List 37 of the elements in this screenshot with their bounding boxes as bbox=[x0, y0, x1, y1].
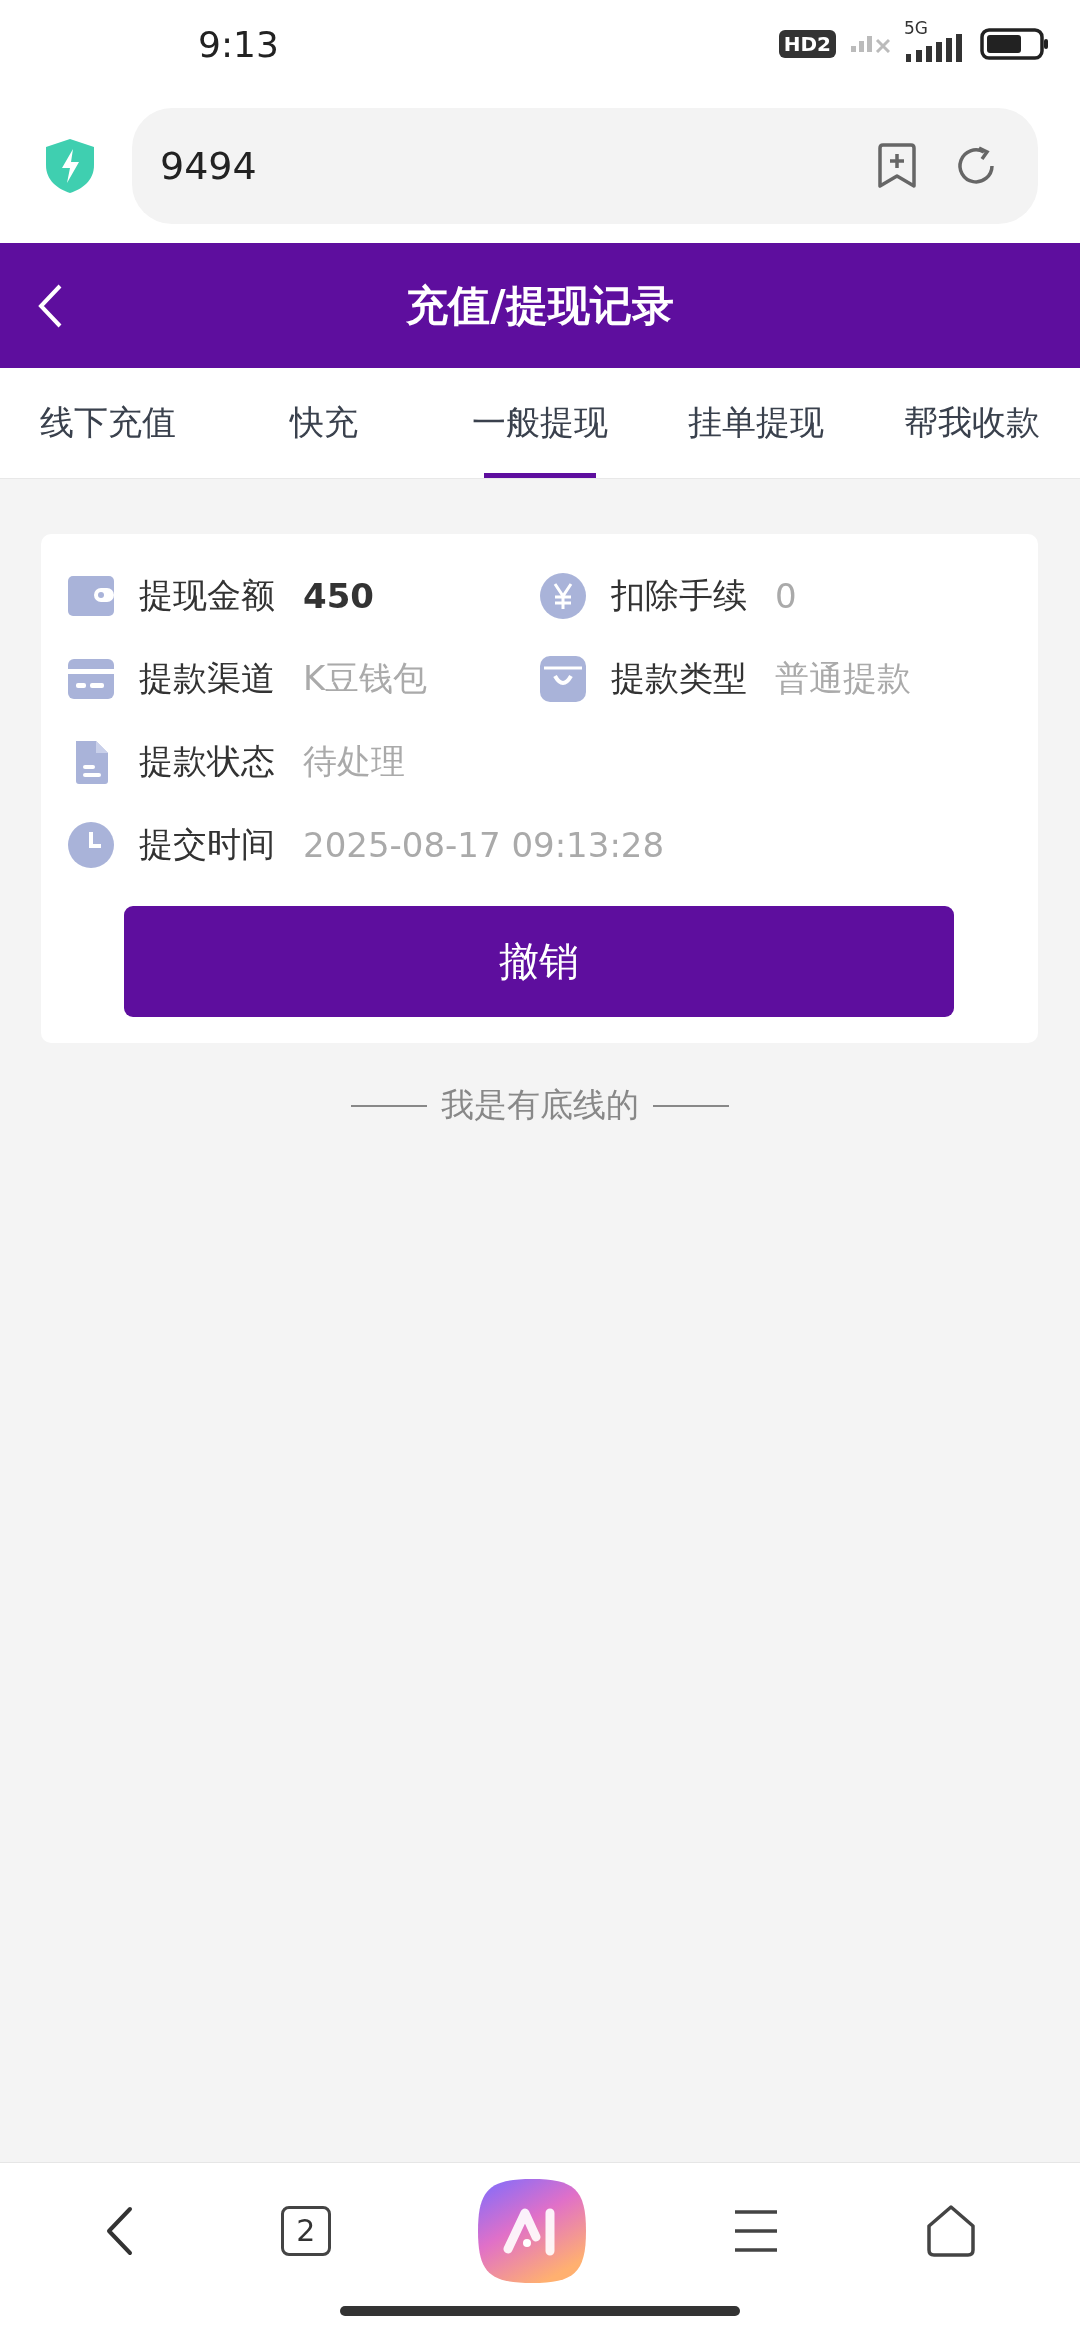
tab-count-button[interactable]: 2 bbox=[280, 2205, 331, 2256]
bookmark-add-icon[interactable] bbox=[876, 141, 918, 190]
status-time: 9:13 bbox=[198, 23, 279, 65]
field-value: 0 bbox=[775, 575, 797, 616]
tab[interactable]: 快充 bbox=[216, 368, 432, 478]
field-value: 450 bbox=[303, 575, 374, 616]
card-icon bbox=[68, 658, 114, 699]
yen-icon bbox=[540, 572, 586, 619]
tab[interactable]: 挂单提现 bbox=[648, 368, 864, 478]
field-label: 提交时间 bbox=[139, 822, 275, 866]
battery-icon bbox=[980, 28, 1050, 60]
end-of-list-text: 我是有底线的 bbox=[440, 1084, 639, 1126]
app-logo-icon[interactable] bbox=[477, 2178, 586, 2283]
wallet-icon bbox=[68, 575, 114, 616]
field-value: K豆钱包 bbox=[303, 656, 428, 700]
network-label: 5G bbox=[904, 18, 928, 38]
hd-badge: HD2 bbox=[778, 30, 836, 58]
cancel-button[interactable]: 撤销 bbox=[124, 906, 954, 1017]
field-label: 提款渠道 bbox=[139, 656, 275, 700]
field-label: 提现金额 bbox=[139, 573, 275, 617]
field-value: 待处理 bbox=[303, 739, 405, 783]
clock-icon bbox=[68, 821, 114, 868]
field-label: 提款状态 bbox=[139, 739, 275, 783]
field-label: 扣除手续 bbox=[611, 573, 747, 617]
field-value: 普通提款 bbox=[775, 656, 911, 700]
bag-icon bbox=[540, 655, 586, 702]
tab[interactable]: 一般提现 bbox=[432, 368, 648, 478]
page-title: 充值/提现记录 bbox=[406, 279, 674, 332]
address-field[interactable]: 9494 bbox=[132, 107, 1038, 224]
tab[interactable]: 帮我收款 bbox=[864, 368, 1080, 478]
tab[interactable]: 线下充值 bbox=[0, 368, 216, 478]
home-icon[interactable] bbox=[926, 2203, 977, 2258]
back-icon[interactable] bbox=[36, 282, 64, 329]
field-value: 2025-08-17 09:13:28 bbox=[303, 824, 665, 865]
signal-off-icon bbox=[850, 35, 890, 53]
field-label: 提款类型 bbox=[611, 656, 747, 700]
menu-icon[interactable] bbox=[733, 2208, 780, 2253]
